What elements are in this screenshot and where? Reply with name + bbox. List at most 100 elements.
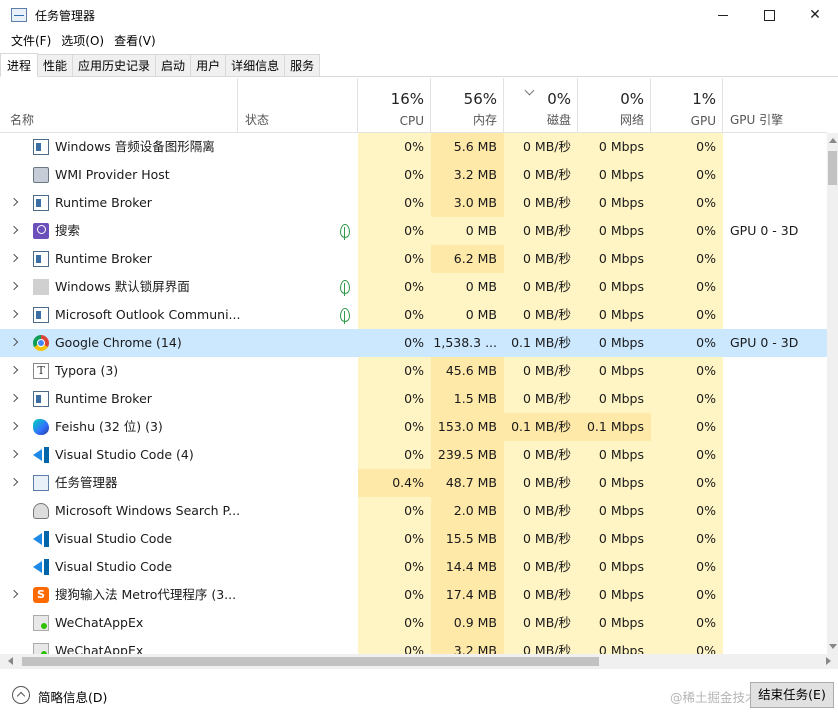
cell-cpu: 0% — [358, 133, 431, 161]
collapse-chevron-icon[interactable] — [12, 686, 30, 704]
cell-cpu: 0% — [358, 245, 431, 273]
title-bar: 任务管理器 ✕ — [0, 0, 838, 30]
scroll-up-arrow-icon[interactable] — [829, 138, 837, 143]
tab-users[interactable]: 用户 — [190, 54, 227, 76]
menu-file[interactable]: 文件(F) — [0, 32, 58, 49]
expand-chevron-icon[interactable] — [9, 309, 19, 319]
column-header-name[interactable]: 名称 — [0, 78, 238, 133]
process-name: WeChatAppEx — [55, 643, 144, 654]
table-row[interactable]: Windows 音频设备图形隔离 0% 5.6 MB 0 MB/秒 0 Mbps 0% — [0, 133, 827, 161]
tab-processes[interactable]: 进程 — [0, 53, 39, 77]
table-row[interactable]: Visual Studio Code 0% 15.5 MB 0 MB/秒 0 Mbps 0… — [0, 525, 827, 553]
column-header-cpu[interactable]: 16% CPU — [358, 78, 431, 133]
blank-app-icon — [33, 279, 49, 295]
vertical-scroll-thumb[interactable] — [828, 151, 837, 185]
cell-cpu: 0% — [358, 525, 431, 553]
vertical-scrollbar[interactable] — [827, 133, 838, 654]
expand-chevron-icon[interactable] — [9, 281, 19, 291]
cell-disk: 0 MB/秒 — [504, 469, 578, 497]
expand-chevron-icon[interactable] — [9, 393, 19, 403]
tab-app-history[interactable]: 应用历史记录 — [72, 54, 157, 76]
cell-network: 0 Mbps — [578, 357, 651, 385]
table-row[interactable]: 任务管理器 0.4% 48.7 MB 0 MB/秒 0 Mbps 0% — [0, 469, 827, 497]
menu-options[interactable]: 选项(O) — [58, 32, 111, 49]
cell-gpu-engine — [723, 609, 827, 637]
table-row[interactable]: Google Chrome (14) 0% 1,538.3 ... 0.1 MB/秒 0… — [0, 329, 827, 357]
column-header-memory[interactable]: 56% 内存 — [431, 78, 504, 133]
cell-gpu-engine — [723, 413, 827, 441]
cell-gpu: 0% — [651, 385, 723, 413]
cell-gpu-engine — [723, 581, 827, 609]
vscode-icon — [33, 531, 49, 547]
process-name: Feishu (32 位) (3) — [55, 419, 163, 434]
expand-chevron-icon[interactable] — [9, 197, 19, 207]
cell-memory: 48.7 MB — [431, 469, 504, 497]
expand-chevron-icon[interactable] — [9, 589, 19, 599]
cell-cpu: 0% — [358, 637, 431, 654]
cell-memory: 1.5 MB — [431, 385, 504, 413]
cell-cpu: 0% — [358, 581, 431, 609]
cell-network: 0 Mbps — [578, 385, 651, 413]
table-row[interactable]: Feishu (32 位) (3) 0% 153.0 MB 0.1 MB/秒 0.1 M… — [0, 413, 827, 441]
cell-cpu: 0% — [358, 385, 431, 413]
cell-network: 0.1 Mbps — [578, 413, 651, 441]
cell-cpu: 0% — [358, 301, 431, 329]
process-name: 搜索 — [55, 223, 81, 238]
table-row[interactable]: WMI Provider Host 0% 3.2 MB 0 MB/秒 0 Mbps 0% — [0, 161, 827, 189]
expand-chevron-icon[interactable] — [9, 421, 19, 431]
horizontal-scroll-thumb[interactable] — [22, 657, 599, 666]
cell-disk: 0.1 MB/秒 — [504, 413, 578, 441]
table-row[interactable]: 搜索 0% 0 MB 0 MB/秒 0 Mbps 0% GPU 0 - 3D — [0, 217, 827, 245]
scroll-right-arrow-icon[interactable] — [826, 657, 831, 665]
table-row[interactable]: Visual Studio Code 0% 14.4 MB 0 MB/秒 0 Mbps 0… — [0, 553, 827, 581]
process-name: Runtime Broker — [55, 251, 152, 266]
tab-details[interactable]: 详细信息 — [225, 54, 286, 76]
table-row[interactable]: Visual Studio Code (4) 0% 239.5 MB 0 MB/秒 0 … — [0, 441, 827, 469]
table-row[interactable]: Runtime Broker 0% 1.5 MB 0 MB/秒 0 Mbps 0% — [0, 385, 827, 413]
table-row[interactable]: Windows 默认锁屏界面 0% 0 MB 0 MB/秒 0 Mbps 0% — [0, 273, 827, 301]
cell-gpu: 0% — [651, 469, 723, 497]
tab-performance[interactable]: 性能 — [37, 54, 74, 76]
process-name: Runtime Broker — [55, 391, 152, 406]
table-row[interactable]: Microsoft Outlook Communi... 0% 0 MB 0 MB/秒… — [0, 301, 827, 329]
cell-network: 0 Mbps — [578, 189, 651, 217]
menu-view[interactable]: 查看(V) — [111, 32, 163, 49]
expand-chevron-icon[interactable] — [9, 253, 19, 263]
column-header-status[interactable]: 状态 — [238, 78, 535, 133]
cell-cpu: 0% — [358, 161, 431, 189]
expand-chevron-icon[interactable] — [9, 337, 19, 347]
table-row[interactable]: Microsoft Windows Search P... 0% 2.0 MB 0 M… — [0, 497, 827, 525]
expand-chevron-icon[interactable] — [9, 449, 19, 459]
end-task-button[interactable]: 结束任务(E) — [750, 682, 834, 708]
cell-disk: 0 MB/秒 — [504, 525, 578, 553]
tab-startup[interactable]: 启动 — [155, 54, 192, 76]
column-header-disk[interactable]: 0% 磁盘 — [504, 78, 578, 133]
process-name: Microsoft Outlook Communi... — [55, 307, 241, 322]
cell-gpu: 0% — [696, 335, 716, 350]
table-row[interactable]: WeChatAppEx 0% 3.2 MB 0 MB/秒 0 Mbps 0% — [0, 637, 827, 654]
scroll-left-arrow-icon[interactable] — [8, 657, 13, 665]
minimize-button[interactable] — [700, 0, 746, 30]
process-table: 名称 状态 16% CPU 56% 内存 0% 磁盘 0% 网络 1% GPU … — [0, 78, 827, 654]
maximize-button[interactable] — [746, 0, 792, 30]
scroll-down-arrow-icon[interactable] — [829, 644, 837, 649]
close-button[interactable]: ✕ — [792, 0, 838, 30]
table-row[interactable]: T Typora (3) 0% 45.6 MB 0 MB/秒 0 Mbps 0% — [0, 357, 827, 385]
table-row[interactable]: Runtime Broker 0% 6.2 MB 0 MB/秒 0 Mbps 0% — [0, 245, 827, 273]
expand-chevron-icon[interactable] — [9, 365, 19, 375]
cell-memory: 15.5 MB — [431, 525, 504, 553]
column-header-gpu-engine[interactable]: GPU 引擎 — [723, 78, 827, 133]
expand-chevron-icon[interactable] — [9, 477, 19, 487]
table-row[interactable]: S 搜狗输入法 Metro代理程序 (3... 0% 17.4 MB 0 MB/秒 0 M… — [0, 581, 827, 609]
tab-services[interactable]: 服务 — [284, 54, 321, 76]
memory-total: 56% — [463, 90, 497, 108]
cell-network: 0 Mbps — [578, 497, 651, 525]
column-header-gpu[interactable]: 1% GPU — [651, 78, 723, 133]
fewer-details-link[interactable]: 简略信息(D) — [38, 687, 107, 706]
column-header-network[interactable]: 0% 网络 — [578, 78, 651, 133]
horizontal-scrollbar[interactable] — [0, 654, 838, 669]
table-row[interactable]: WeChatAppEx 0% 0.9 MB 0 MB/秒 0 Mbps 0% — [0, 609, 827, 637]
table-row[interactable]: Runtime Broker 0% 3.0 MB 0 MB/秒 0 Mbps 0% — [0, 189, 827, 217]
expand-chevron-icon[interactable] — [9, 225, 19, 235]
cell-gpu-engine — [723, 189, 827, 217]
